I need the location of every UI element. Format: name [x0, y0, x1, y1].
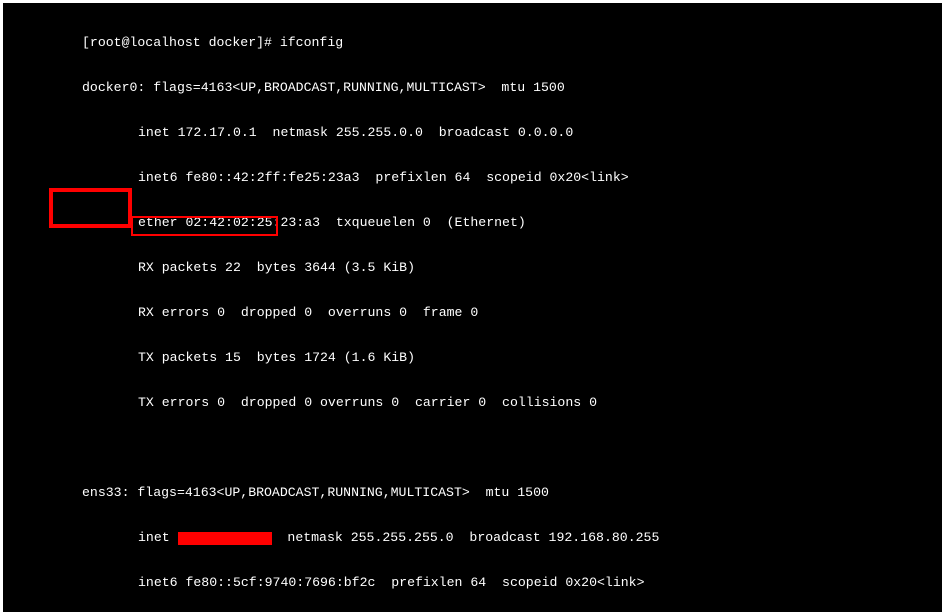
docker0-txerrors: TX errors 0 dropped 0 overruns 0 carrier… [82, 395, 942, 410]
ens33-inet-rest: netmask 255.255.255.0 broadcast 192.168.… [272, 530, 660, 545]
docker0-txpackets: TX packets 15 bytes 1724 (1.6 KiB) [82, 350, 942, 365]
redacted-ip [178, 532, 272, 545]
annotation-box-inet [131, 216, 278, 236]
annotation-box-ens33 [49, 188, 132, 228]
iface-ens33-header: ens33: flags=4163<UP,BROADCAST,RUNNING,M… [82, 485, 942, 500]
ens33-inet6: inet6 fe80::5cf:9740:7696:bf2c prefixlen… [82, 575, 942, 590]
docker0-rxerrors: RX errors 0 dropped 0 overruns 0 frame 0 [82, 305, 942, 320]
docker0-inet6: inet6 fe80::42:2ff:fe25:23a3 prefixlen 6… [82, 170, 942, 185]
terminal-window[interactable]: [root@localhost docker]# ifconfig docker… [3, 3, 942, 612]
docker0-rxpackets: RX packets 22 bytes 3644 (3.5 KiB) [82, 260, 942, 275]
blank-line [82, 440, 942, 455]
ens33-inet-label: inet [138, 530, 178, 545]
ens33-inet: inet netmask 255.255.255.0 broadcast 192… [82, 530, 942, 545]
iface-docker0-header: docker0: flags=4163<UP,BROADCAST,RUNNING… [82, 80, 942, 95]
docker0-inet: inet 172.17.0.1 netmask 255.255.0.0 broa… [82, 125, 942, 140]
prompt-line: [root@localhost docker]# ifconfig [82, 35, 942, 50]
